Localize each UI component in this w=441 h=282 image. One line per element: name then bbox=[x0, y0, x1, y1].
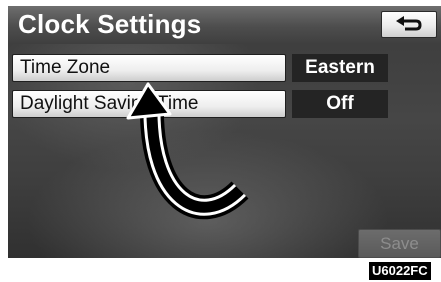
clock-settings-screen: Clock Settings Time Zone Eastern Dayligh… bbox=[8, 6, 441, 258]
back-button[interactable] bbox=[381, 11, 437, 38]
save-button[interactable]: Save bbox=[358, 229, 441, 258]
time-zone-label: Time Zone bbox=[20, 57, 111, 78]
time-zone-value: Eastern bbox=[292, 54, 388, 82]
title-bar: Clock Settings bbox=[8, 6, 441, 44]
time-zone-button[interactable]: Time Zone bbox=[12, 54, 286, 82]
figure-code-label: U6022FC bbox=[369, 262, 431, 280]
daylight-saving-time-button[interactable]: Daylight Saving Time bbox=[12, 90, 286, 118]
daylight-saving-time-label: Daylight Saving Time bbox=[20, 93, 199, 114]
page-title: Clock Settings bbox=[18, 9, 202, 39]
return-arrow-icon bbox=[396, 15, 422, 30]
daylight-saving-time-value: Off bbox=[292, 90, 388, 118]
